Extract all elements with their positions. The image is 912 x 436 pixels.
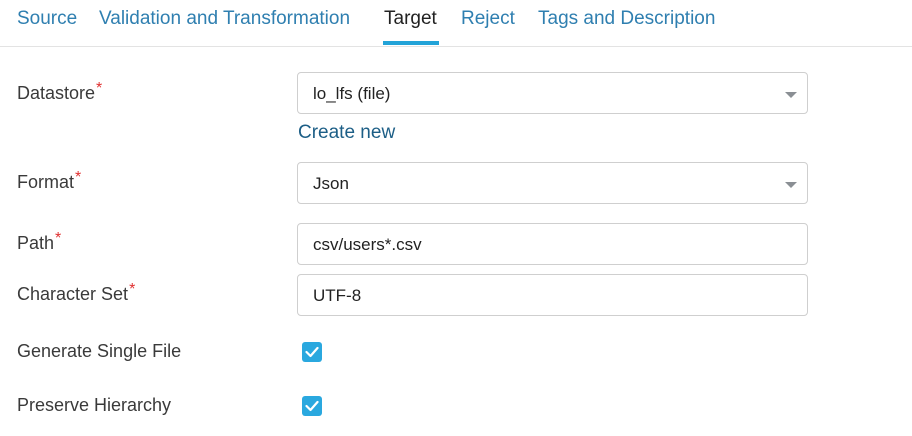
checkmark-icon [305, 346, 319, 358]
preserve-hierarchy-checkbox[interactable] [302, 396, 322, 416]
chevron-down-icon [785, 92, 797, 98]
required-marker: * [96, 80, 103, 97]
format-selected-value: Json [313, 174, 349, 193]
chevron-down-icon [785, 182, 797, 188]
path-label-text: Path [17, 233, 55, 253]
character-set-input-value: UTF-8 [313, 286, 362, 305]
character-set-label-text: Character Set [17, 284, 129, 304]
create-new-link[interactable]: Create new [298, 122, 395, 144]
checkmark-icon [305, 400, 319, 412]
generate-single-file-checkbox[interactable] [302, 342, 322, 362]
required-marker: * [129, 281, 136, 298]
target-tab-page: Source Validation and Transformation Tar… [0, 0, 912, 436]
path-input[interactable]: csv/users*.csv [297, 223, 808, 265]
tab-validation-and-transformation[interactable]: Validation and Transformation [99, 8, 350, 30]
required-marker: * [75, 169, 82, 186]
datastore-label: Datastore* [17, 80, 103, 104]
character-set-input[interactable]: UTF-8 [297, 274, 808, 316]
tab-bar: Source Validation and Transformation Tar… [0, 0, 912, 47]
datastore-label-text: Datastore [17, 83, 96, 103]
tab-tags-and-description[interactable]: Tags and Description [538, 8, 715, 30]
format-label-text: Format [17, 172, 75, 192]
tab-source[interactable]: Source [17, 8, 77, 30]
character-set-label: Character Set* [17, 281, 136, 305]
tab-target[interactable]: Target [384, 8, 437, 30]
format-select[interactable]: Json [297, 162, 808, 204]
path-input-value: csv/users*.csv [313, 235, 422, 254]
format-label: Format* [17, 169, 82, 193]
datastore-selected-value: lo_lfs (file) [313, 84, 391, 103]
generate-single-file-label: Generate Single File [17, 341, 182, 361]
tab-reject[interactable]: Reject [461, 8, 515, 30]
preserve-hierarchy-label: Preserve Hierarchy [17, 395, 172, 415]
required-marker: * [55, 230, 62, 247]
active-tab-indicator [383, 41, 439, 45]
path-label: Path* [17, 230, 62, 254]
datastore-select[interactable]: lo_lfs (file) [297, 72, 808, 114]
